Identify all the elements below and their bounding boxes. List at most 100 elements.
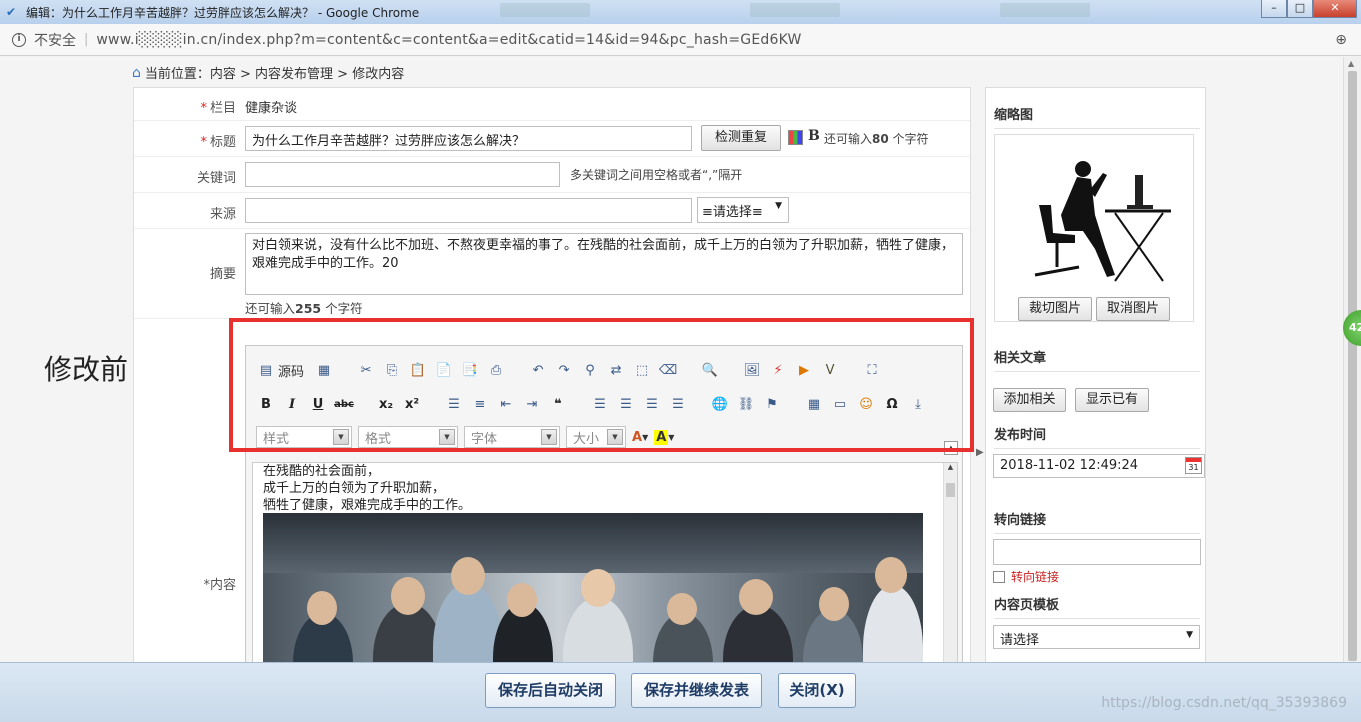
smiley-icon[interactable]: ☺ [856,394,876,414]
text-color-button[interactable]: A ▼ [632,430,648,445]
redirect-title: 转向链接 [994,509,1200,534]
italic-icon[interactable]: I [282,394,302,414]
content-line: 成千上万的白领为了升职加薪， [263,481,446,496]
add-related-button[interactable]: 添加相关 [993,388,1066,412]
zoom-icon[interactable]: ⊕ [1335,32,1347,48]
link-icon[interactable]: 🌐 [710,394,730,414]
content-photo [263,513,923,662]
media-icon[interactable]: ▶ [794,360,814,380]
toolbar-row-2: B I U abc x₂ x² ☰ ≡ ⇤ ⇥ ❝ ☰ ☰ ☰ ☰ 🌐 ⛓ ⚑ … [256,390,928,418]
check-duplicate-button[interactable]: 检测重复 [701,125,781,151]
video-icon[interactable]: V [820,360,840,380]
info-icon[interactable]: i [12,32,26,47]
align-left-icon[interactable]: ☰ [590,394,610,414]
crop-image-button[interactable]: 裁切图片 [1018,297,1092,321]
color-picker-icon[interactable] [788,130,803,145]
unordered-list-icon[interactable]: ≡ [470,394,490,414]
paste-text-icon[interactable]: 📄 [434,360,454,380]
source-select[interactable]: ≡请选择≡ ▼ [697,197,789,223]
paste-word-icon[interactable]: 📑 [460,360,480,380]
find-icon[interactable]: ⚲ [580,360,600,380]
outdent-icon[interactable]: ⇤ [496,394,516,414]
remove-format-icon[interactable]: ⌫ [658,360,678,380]
breadcrumb-text: 当前位置：内容 > 内容发布管理 > 修改内容 [144,67,405,82]
thumbnail-box[interactable]: 裁切图片 取消图片 [994,134,1194,322]
show-related-button[interactable]: 显示已有 [1075,388,1149,412]
page-content: ⌂ 当前位置：内容 > 内容发布管理 > 修改内容 * 栏目 健康杂谈 * 标题 为… [0,57,1343,662]
source-button[interactable]: ▤ 源码 [256,360,308,380]
superscript-icon[interactable]: x² [402,394,422,414]
undo-icon[interactable]: ↶ [528,360,548,380]
font-combo[interactable]: 字体 ▼ [464,426,560,448]
chevron-down-icon: ▼ [333,429,349,445]
preview-icon[interactable]: 🔍 [700,360,720,380]
print-icon[interactable]: ⎙ [486,360,506,380]
title-label: 标题 [209,135,236,150]
blockquote-icon[interactable]: ❝ [548,394,568,414]
related-title: 相关文章 [994,347,1200,372]
template-select[interactable]: 请选择 ▼ [993,625,1200,649]
url-text[interactable]: www.i░░░░in.cn/index.php?m=content&c=con… [96,32,801,48]
save-continue-button[interactable]: 保存并继续发表 [631,673,762,708]
editor-scrollbar[interactable]: ▲ [943,463,957,662]
bold-icon[interactable]: B [256,394,276,414]
align-justify-icon[interactable]: ☰ [668,394,688,414]
flash-icon[interactable]: ⚡ [768,360,788,380]
minimize-button[interactable]: – [1261,0,1287,18]
cut-icon[interactable]: ✂ [356,360,376,380]
align-center-icon[interactable]: ☰ [616,394,636,414]
bold-button[interactable]: B [808,128,820,144]
address-bar[interactable]: i 不安全 | www.i░░░░in.cn/index.php?m=conte… [0,24,1361,56]
chevron-down-icon: ▼ [607,429,623,445]
maximize-editor-icon[interactable]: ⛶ [862,360,882,380]
panel-toggle-icon[interactable]: ▶ [976,447,984,458]
strikethrough-icon[interactable]: abc [334,394,354,414]
page-break-icon[interactable]: ⤓ [908,394,928,414]
chevron-down-icon: ▼ [439,429,455,445]
bg-color-button[interactable]: A ▼ [654,429,674,445]
align-right-icon[interactable]: ☰ [642,394,662,414]
indent-icon[interactable]: ⇥ [522,394,542,414]
replace-icon[interactable]: ⇄ [606,360,626,380]
title-input[interactable]: 为什么工作月辛苦越胖？过劳胖应该怎么解决？ [245,126,692,151]
security-status[interactable]: 不安全 [34,30,76,50]
summary-textarea[interactable]: 对白领来说，没有什么比不加班、不熬夜更幸福的事了。在残酷的社会面前，成千上万的白… [245,233,963,295]
special-char-icon[interactable]: Ω [882,394,902,414]
home-icon: ⌂ [132,64,141,81]
anchor-flag-icon[interactable]: ⚑ [762,394,782,414]
source-input[interactable] [245,198,692,223]
template-icon[interactable]: ▦ [314,360,334,380]
keywords-label: 关键词 [196,171,236,186]
copy-icon[interactable]: ⎘ [382,360,402,380]
horizontal-rule-icon[interactable]: ▭ [830,394,850,414]
unlink-icon[interactable]: ⛓ [736,394,756,414]
redirect-checkbox[interactable] [993,570,1005,583]
select-all-icon[interactable]: ⬚ [632,360,652,380]
size-combo[interactable]: 大小 ▼ [566,426,626,448]
redo-icon[interactable]: ↷ [554,360,574,380]
table-icon[interactable]: ▦ [804,394,824,414]
subscript-icon[interactable]: x₂ [376,394,396,414]
app-icon: ✔ [6,5,17,19]
close-button[interactable]: 关闭(X) [778,673,856,708]
save-close-button[interactable]: 保存后自动关闭 [485,673,616,708]
close-window-button[interactable]: ✕ [1313,0,1357,18]
paste-icon[interactable]: 📋 [408,360,428,380]
redirect-input[interactable] [993,539,1201,565]
chevron-down-icon: ▼ [541,429,557,445]
maximize-button[interactable]: □ [1287,0,1313,18]
calendar-icon[interactable]: 31 [1185,457,1202,474]
publish-time-input[interactable]: 2018-11-02 12:49:24 31 [993,454,1205,478]
style-combo[interactable]: 样式 ▼ [256,426,352,448]
content-line: 牺牲了健康，艰难完成手中的工作。 [263,498,472,513]
cancel-image-button[interactable]: 取消图片 [1096,297,1170,321]
ordered-list-icon[interactable]: ☰ [444,394,464,414]
underline-icon[interactable]: U [308,394,328,414]
page-scrollbar[interactable]: ▲ [1343,57,1361,662]
collapse-toolbar-button[interactable]: ▲ [944,441,958,455]
keywords-input[interactable] [245,162,560,187]
image-icon[interactable]: 🖼 [742,360,762,380]
keywords-hint: 多关键词之间用空格或者“,”隔开 [570,168,743,182]
editor-content-area[interactable]: 在残酷的社会面前， 成千上万的白领为了升职加薪， 牺牲了健康，艰难完成手中的工作… [252,462,958,662]
format-combo[interactable]: 格式 ▼ [358,426,458,448]
